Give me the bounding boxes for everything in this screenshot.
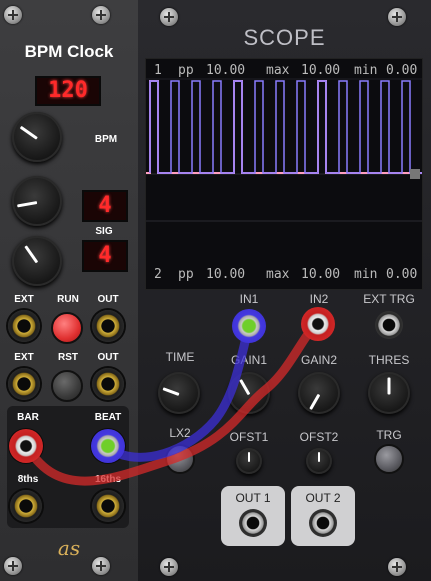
ch1-min-label: min xyxy=(354,63,378,78)
screw-icon xyxy=(92,557,110,575)
ext-run-label: EXT xyxy=(14,294,34,305)
out2-label: OUT 2 xyxy=(305,491,341,505)
sixteenths-label: 16ths xyxy=(94,474,122,485)
out1-jack[interactable] xyxy=(239,509,267,537)
screw-icon xyxy=(160,558,178,576)
offset1-knob[interactable] xyxy=(236,448,262,474)
ch2-index: 2 xyxy=(154,267,162,282)
red-plug[interactable] xyxy=(9,429,43,463)
scope-display: 1 pp 10.00 max 10.00 min 0.00 2 pp 10.00… xyxy=(145,58,423,290)
in2-plug[interactable] xyxy=(301,307,335,341)
run-button[interactable] xyxy=(51,312,83,344)
trg-label: TRG xyxy=(376,428,402,442)
screw-icon xyxy=(92,6,110,24)
run-out-label: OUT xyxy=(97,294,119,305)
ch2-min-value: 0.00 xyxy=(386,267,418,282)
blue-plug[interactable] xyxy=(91,429,125,463)
reset-out-label: OUT xyxy=(97,352,119,363)
ch1-pp-value: 10.00 xyxy=(206,63,246,78)
bpm-clock-module: BPM Clock 120 BPM 4 SIG 4 EXT RUN OUT EX… xyxy=(0,0,140,581)
time-label: TIME xyxy=(165,350,195,364)
in1-label: IN1 xyxy=(239,292,259,306)
trigger-button[interactable] xyxy=(374,444,404,474)
lx2-button[interactable] xyxy=(165,444,195,474)
sig-label: SIG xyxy=(95,226,113,237)
module-title: BPM Clock xyxy=(24,42,114,61)
bpm-label: BPM xyxy=(94,134,118,145)
ch1-max-value: 10.00 xyxy=(301,63,341,78)
reset-label: RST xyxy=(58,352,78,363)
ch2-pp-label: pp xyxy=(178,267,194,282)
gain2-knob[interactable] xyxy=(298,372,340,414)
in2-label: IN2 xyxy=(309,292,329,306)
lx2-label: LX2 xyxy=(169,426,191,440)
run-label: RUN xyxy=(57,294,79,305)
screw-icon xyxy=(4,6,22,24)
in1-plug[interactable] xyxy=(232,309,266,343)
ch1-min-value: 0.00 xyxy=(386,63,418,78)
ch2-min-label: min xyxy=(354,267,378,282)
gain1-knob[interactable] xyxy=(228,372,270,414)
trigger-marker-icon xyxy=(410,169,420,179)
ext-reset-jack[interactable] xyxy=(8,368,40,400)
ext-trigger-jack[interactable] xyxy=(375,311,403,339)
bar-label: BAR xyxy=(17,412,39,423)
screw-icon xyxy=(160,8,178,26)
run-out-jack[interactable] xyxy=(92,310,124,342)
brand-logo: as xyxy=(57,536,81,560)
ext-trg-label: EXT TRG xyxy=(363,292,415,306)
out2-jack[interactable] xyxy=(309,509,337,537)
out1-label: OUT 1 xyxy=(235,491,271,505)
eighths-out-jack[interactable] xyxy=(10,490,42,522)
ch2-pp-value: 10.00 xyxy=(206,267,246,282)
eighths-label: 8ths xyxy=(17,474,39,485)
ofst2-label: OFST2 xyxy=(299,430,339,444)
offset2-knob[interactable] xyxy=(306,448,332,474)
signature-bottom-knob[interactable] xyxy=(12,236,62,286)
scope-title: SCOPE xyxy=(243,25,326,50)
screw-icon xyxy=(388,558,406,576)
reset-out-jack[interactable] xyxy=(92,368,124,400)
ch1-max-label: max xyxy=(266,63,290,78)
ofst1-label: OFST1 xyxy=(229,430,269,444)
signature-top-display: 4 xyxy=(82,190,128,222)
sixteenths-out-jack[interactable] xyxy=(92,490,124,522)
screw-icon xyxy=(388,8,406,26)
time-knob[interactable] xyxy=(158,372,200,414)
signature-bottom-display: 4 xyxy=(82,240,128,272)
reset-button[interactable] xyxy=(51,370,83,402)
thres-label: THRES xyxy=(368,353,410,367)
bpm-display: 120 xyxy=(35,76,101,106)
signature-top-knob[interactable] xyxy=(12,176,62,226)
ch1-index: 1 xyxy=(154,63,162,78)
ext-run-jack[interactable] xyxy=(8,310,40,342)
ch1-pp-label: pp xyxy=(178,63,194,78)
ext-reset-label: EXT xyxy=(14,352,34,363)
waveform-plot xyxy=(146,78,422,222)
screw-icon xyxy=(4,557,22,575)
ch2-max-value: 10.00 xyxy=(301,267,341,282)
ch2-max-label: max xyxy=(266,267,290,282)
trace-in1 xyxy=(149,80,422,174)
threshold-knob[interactable] xyxy=(368,372,410,414)
gain1-label: GAIN1 xyxy=(230,353,267,367)
beat-label: BEAT xyxy=(94,412,122,423)
gain2-label: GAIN2 xyxy=(300,353,337,367)
bpm-knob[interactable] xyxy=(12,112,62,162)
